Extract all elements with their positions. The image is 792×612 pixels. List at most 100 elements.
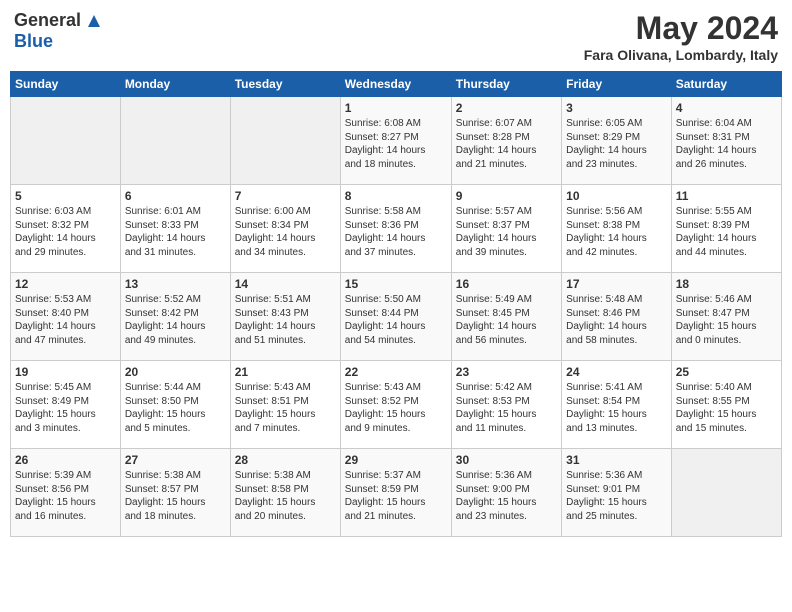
calendar-cell [120, 97, 230, 185]
day-number: 3 [566, 101, 667, 115]
day-info: Sunrise: 5:46 AMSunset: 8:47 PMDaylight:… [676, 293, 777, 347]
day-number: 23 [456, 365, 557, 379]
calendar-cell: 19Sunrise: 5:45 AMSunset: 8:49 PMDayligh… [11, 361, 121, 449]
day-number: 24 [566, 365, 667, 379]
week-row-3: 12 Sunrise: 5:53 AMSunset: 8:40 PMDayligh… [11, 273, 782, 361]
day-info: Sunrise: 5:42 AMSunset: 8:53 PMDaylight:… [456, 381, 557, 435]
day-number: 30 [456, 453, 557, 467]
day-info: Sunrise: 5:43 AMSunset: 8:52 PMDaylight:… [345, 381, 447, 435]
calendar-cell: 31Sunrise: 5:36 AMSunset: 9:01 PMDayligh… [562, 449, 672, 537]
calendar-cell: 2 Sunrise: 6:07 AMSunset: 8:28 PMDaylight… [451, 97, 561, 185]
day-info: Sunrise: 5:49 AMSunset: 8:45 PMDaylight:… [456, 293, 557, 347]
calendar-cell: 5 Sunrise: 6:03 AMSunset: 8:32 PMDaylight… [11, 185, 121, 273]
day-number: 17 [566, 277, 667, 291]
day-number: 6 [125, 189, 226, 203]
week-row-2: 5 Sunrise: 6:03 AMSunset: 8:32 PMDaylight… [11, 185, 782, 273]
day-info: Sunrise: 5:48 AMSunset: 8:46 PMDaylight:… [566, 293, 667, 347]
logo-line1: General [14, 10, 102, 31]
day-info: Sunrise: 6:01 AMSunset: 8:33 PMDaylight:… [125, 205, 226, 259]
day-number: 16 [456, 277, 557, 291]
calendar-cell: 26Sunrise: 5:39 AMSunset: 8:56 PMDayligh… [11, 449, 121, 537]
day-info: Sunrise: 5:53 AMSunset: 8:40 PMDaylight:… [15, 293, 116, 347]
title-area: May 2024 Fara Olivana, Lombardy, Italy [584, 10, 778, 63]
day-header-wednesday: Wednesday [340, 72, 451, 97]
day-number: 31 [566, 453, 667, 467]
logo-triangle-icon [87, 14, 101, 28]
calendar-cell: 24 Sunrise: 5:41 AMSunset: 8:54 PMDayligh… [562, 361, 672, 449]
day-header-tuesday: Tuesday [230, 72, 340, 97]
day-info: Sunrise: 6:00 AMSunset: 8:34 PMDaylight:… [235, 205, 336, 259]
day-number: 15 [345, 277, 447, 291]
calendar-cell: 22 Sunrise: 5:43 AMSunset: 8:52 PMDayligh… [340, 361, 451, 449]
day-info: Sunrise: 6:05 AMSunset: 8:29 PMDaylight:… [566, 117, 667, 171]
day-info: Sunrise: 5:52 AMSunset: 8:42 PMDaylight:… [125, 293, 226, 347]
day-number: 7 [235, 189, 336, 203]
calendar-cell: 6 Sunrise: 6:01 AMSunset: 8:33 PMDaylight… [120, 185, 230, 273]
day-number: 9 [456, 189, 557, 203]
calendar-cell: 1 Sunrise: 6:08 AMSunset: 8:27 PMDaylight… [340, 97, 451, 185]
day-info: Sunrise: 6:03 AMSunset: 8:32 PMDaylight:… [15, 205, 116, 259]
day-info: Sunrise: 6:08 AMSunset: 8:27 PMDaylight:… [345, 117, 447, 171]
day-number: 29 [345, 453, 447, 467]
calendar-cell: 10 Sunrise: 5:56 AMSunset: 8:38 PMDayligh… [562, 185, 672, 273]
title-location: Fara Olivana, Lombardy, Italy [584, 47, 778, 63]
calendar-cell: 23 Sunrise: 5:42 AMSunset: 8:53 PMDayligh… [451, 361, 561, 449]
day-number: 11 [676, 189, 777, 203]
days-header-row: SundayMondayTuesdayWednesdayThursdayFrid… [11, 72, 782, 97]
day-number: 20 [125, 365, 226, 379]
logo: General Blue [14, 10, 102, 52]
calendar-cell: 27Sunrise: 5:38 AMSunset: 8:57 PMDayligh… [120, 449, 230, 537]
calendar-cell: 15Sunrise: 5:50 AMSunset: 8:44 PMDayligh… [340, 273, 451, 361]
logo-blue-label: Blue [14, 31, 53, 51]
calendar-cell: 11Sunrise: 5:55 AMSunset: 8:39 PMDayligh… [671, 185, 781, 273]
day-info: Sunrise: 5:36 AMSunset: 9:00 PMDaylight:… [456, 469, 557, 523]
day-number: 14 [235, 277, 336, 291]
day-info: Sunrise: 5:38 AMSunset: 8:58 PMDaylight:… [235, 469, 336, 523]
calendar-cell [11, 97, 121, 185]
day-info: Sunrise: 5:41 AMSunset: 8:54 PMDaylight:… [566, 381, 667, 435]
day-number: 12 [15, 277, 116, 291]
day-header-saturday: Saturday [671, 72, 781, 97]
day-info: Sunrise: 6:04 AMSunset: 8:31 PMDaylight:… [676, 117, 777, 171]
calendar-cell: 3 Sunrise: 6:05 AMSunset: 8:29 PMDaylight… [562, 97, 672, 185]
calendar-cell: 28Sunrise: 5:38 AMSunset: 8:58 PMDayligh… [230, 449, 340, 537]
day-number: 26 [15, 453, 116, 467]
title-month: May 2024 [584, 10, 778, 47]
calendar-cell: 17 Sunrise: 5:48 AMSunset: 8:46 PMDayligh… [562, 273, 672, 361]
day-info: Sunrise: 5:56 AMSunset: 8:38 PMDaylight:… [566, 205, 667, 259]
day-info: Sunrise: 5:57 AMSunset: 8:37 PMDaylight:… [456, 205, 557, 259]
day-number: 4 [676, 101, 777, 115]
week-row-1: 1 Sunrise: 6:08 AMSunset: 8:27 PMDaylight… [11, 97, 782, 185]
calendar-cell [671, 449, 781, 537]
day-header-friday: Friday [562, 72, 672, 97]
calendar-table: SundayMondayTuesdayWednesdayThursdayFrid… [10, 71, 782, 537]
day-number: 1 [345, 101, 447, 115]
day-info: Sunrise: 6:07 AMSunset: 8:28 PMDaylight:… [456, 117, 557, 171]
calendar-cell: 8Sunrise: 5:58 AMSunset: 8:36 PMDaylight… [340, 185, 451, 273]
calendar-cell: 29Sunrise: 5:37 AMSunset: 8:59 PMDayligh… [340, 449, 451, 537]
calendar-cell: 18 Sunrise: 5:46 AMSunset: 8:47 PMDayligh… [671, 273, 781, 361]
day-number: 2 [456, 101, 557, 115]
day-number: 5 [15, 189, 116, 203]
day-info: Sunrise: 5:51 AMSunset: 8:43 PMDaylight:… [235, 293, 336, 347]
day-number: 22 [345, 365, 447, 379]
calendar-cell: 4 Sunrise: 6:04 AMSunset: 8:31 PMDaylight… [671, 97, 781, 185]
day-number: 21 [235, 365, 336, 379]
calendar-cell: 9 Sunrise: 5:57 AMSunset: 8:37 PMDaylight… [451, 185, 561, 273]
day-number: 25 [676, 365, 777, 379]
day-number: 10 [566, 189, 667, 203]
day-header-sunday: Sunday [11, 72, 121, 97]
day-number: 27 [125, 453, 226, 467]
day-header-thursday: Thursday [451, 72, 561, 97]
logo-general-text: General [14, 10, 81, 30]
day-info: Sunrise: 5:44 AMSunset: 8:50 PMDaylight:… [125, 381, 226, 435]
day-number: 13 [125, 277, 226, 291]
day-info: Sunrise: 5:40 AMSunset: 8:55 PMDaylight:… [676, 381, 777, 435]
calendar-cell: 21Sunrise: 5:43 AMSunset: 8:51 PMDayligh… [230, 361, 340, 449]
day-info: Sunrise: 5:45 AMSunset: 8:49 PMDaylight:… [15, 381, 116, 435]
calendar-cell: 14 Sunrise: 5:51 AMSunset: 8:43 PMDayligh… [230, 273, 340, 361]
week-row-4: 19Sunrise: 5:45 AMSunset: 8:49 PMDayligh… [11, 361, 782, 449]
day-header-monday: Monday [120, 72, 230, 97]
day-number: 18 [676, 277, 777, 291]
day-info: Sunrise: 5:58 AMSunset: 8:36 PMDaylight:… [345, 205, 447, 259]
